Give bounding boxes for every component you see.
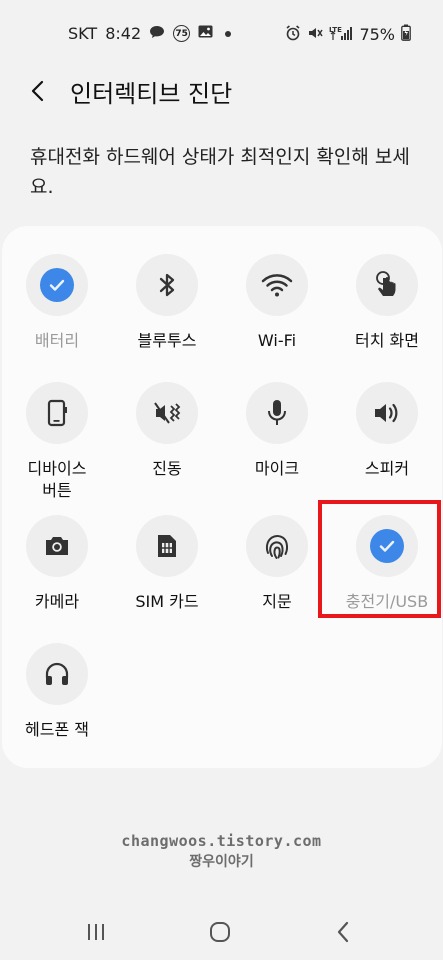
back-arrow-icon <box>31 80 44 102</box>
lte-signal-icon: LTE <box>329 25 353 45</box>
test-icon-circle <box>26 515 88 577</box>
camera-icon <box>46 537 68 555</box>
test-item-bluetooth[interactable]: 블루투스 <box>112 254 222 352</box>
app-header: 인터렉티브 진단 <box>0 66 443 116</box>
battery-charging-icon <box>401 24 411 45</box>
watermark: changwoos.tistory.com 짱우이야기 <box>0 832 443 871</box>
touch-icon <box>376 271 396 296</box>
recent-apps-button[interactable] <box>76 918 116 946</box>
test-label: 지문 <box>262 592 292 611</box>
test-icon-circle <box>356 382 418 444</box>
test-label: SIM 카드 <box>135 592 199 611</box>
recent-apps-icon <box>88 924 104 940</box>
carrier-label: SKT <box>68 24 98 43</box>
test-icon-circle <box>246 382 308 444</box>
battery-percent: 75% <box>359 25 395 44</box>
test-icon-circle <box>136 382 198 444</box>
test-label: 터치 화면 <box>355 331 419 350</box>
test-icon-circle <box>246 254 308 316</box>
test-item-touch-screen[interactable]: 터치 화면 <box>332 254 442 352</box>
test-item-headphone-jack[interactable]: 헤드폰 잭 <box>2 643 112 741</box>
test-label: 카메라 <box>34 592 80 611</box>
test-label: 마이크 <box>254 459 300 478</box>
watermark-name: 짱우이야기 <box>189 854 254 870</box>
test-label: 스피커 <box>364 459 410 478</box>
test-label: 헤드폰 잭 <box>25 720 89 739</box>
test-icon-circle <box>356 254 418 316</box>
speaker-icon <box>375 403 398 423</box>
sim-card-icon <box>158 535 176 557</box>
test-item-wifi[interactable]: Wi-Fi <box>222 254 332 352</box>
test-icon-circle <box>26 382 88 444</box>
back-button[interactable] <box>26 76 52 106</box>
message-icon <box>149 25 165 43</box>
image-icon <box>198 25 213 42</box>
headphone-icon <box>45 662 69 685</box>
notification-badge: 75 <box>173 25 191 42</box>
test-icon-circle <box>26 643 88 705</box>
test-item-vibration[interactable]: 진동 <box>112 382 222 480</box>
test-icon-circle <box>246 515 308 577</box>
test-item-microphone[interactable]: 마이크 <box>222 382 332 480</box>
test-item-camera[interactable]: 카메라 <box>2 515 112 613</box>
alarm-icon <box>285 24 301 45</box>
test-item-fingerprint[interactable]: 지문 <box>222 515 332 613</box>
back-icon <box>337 921 349 943</box>
test-icon-circle <box>136 254 198 316</box>
highlight-annotation <box>318 500 441 618</box>
more-notifications-dot <box>225 30 232 37</box>
test-item-battery[interactable]: 배터리 <box>2 254 112 352</box>
home-icon <box>210 922 230 942</box>
test-icon-circle <box>26 254 88 316</box>
watermark-url: changwoos.tistory.com <box>121 832 322 850</box>
description-text: 휴대전화 하드웨어 상태가 최적인지 확인해 보세요. <box>30 146 410 198</box>
test-icon-circle <box>136 515 198 577</box>
device-button-icon <box>47 399 67 427</box>
page-title: 인터렉티브 진단 <box>70 80 233 108</box>
test-item-speaker[interactable]: 스피커 <box>332 382 442 480</box>
system-back-button[interactable] <box>324 918 364 946</box>
mute-icon <box>307 25 324 45</box>
microphone-icon <box>268 400 286 425</box>
fingerprint-icon <box>265 535 289 559</box>
test-label-line: 디바이스 <box>27 459 87 478</box>
test-item-sim-card[interactable]: SIM 카드 <box>112 515 222 613</box>
test-label: 진동 <box>152 459 182 478</box>
wifi-icon <box>261 274 293 297</box>
status-bar: SKT 8:42 75 LTE 75% <box>0 0 443 66</box>
test-label: Wi-Fi <box>257 331 297 350</box>
svg-text:LTE: LTE <box>329 26 342 34</box>
test-label: 블루투스 <box>137 331 197 350</box>
vibration-icon <box>154 402 181 424</box>
clock: 8:42 <box>105 24 142 43</box>
diagnostics-card: 배터리 블루투스 Wi-Fi 터치 화면 디바이스 버튼 진동 마이크 스피커 … <box>2 226 442 768</box>
home-button[interactable] <box>200 918 240 946</box>
bluetooth-icon <box>159 273 175 297</box>
navigation-bar <box>0 906 443 956</box>
test-label: 디바이스 버튼 <box>2 458 112 502</box>
test-label: 배터리 <box>34 331 80 350</box>
test-item-device-buttons[interactable]: 디바이스 버튼 <box>2 382 112 502</box>
check-icon <box>40 268 74 302</box>
test-label-line: 버튼 <box>42 481 72 500</box>
